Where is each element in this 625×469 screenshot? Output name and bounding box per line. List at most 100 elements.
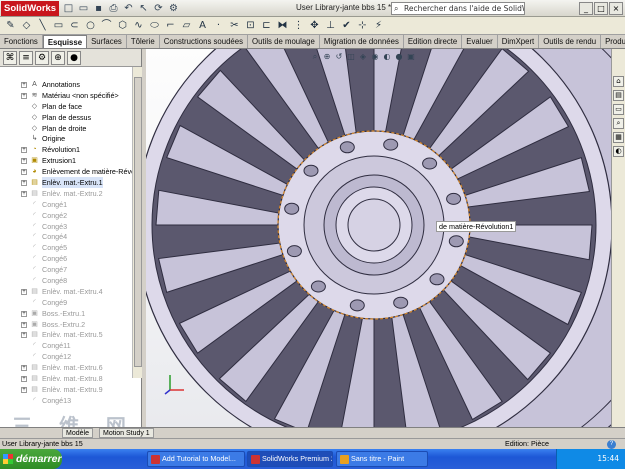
tab-command-6[interactable]: Migration de données (320, 35, 404, 48)
tree-item[interactable]: + ▣ Boss.-Extru.1 (0, 308, 132, 319)
design-library-icon[interactable]: ▤ (613, 90, 624, 101)
tree-item[interactable]: ↳ Origine (0, 133, 132, 144)
tab-command-8[interactable]: Evaluer (462, 35, 498, 48)
tree-item[interactable]: + ▤ Enlèv. mat.-Extru.2 (0, 188, 132, 199)
start-button[interactable]: démarrer (0, 449, 62, 469)
section-view-icon[interactable]: ◫ (346, 52, 356, 62)
property-manager-tab-icon[interactable]: ≡ (19, 51, 33, 65)
open-folder-icon[interactable]: ▭ (77, 2, 90, 15)
rectangle-icon[interactable]: ▭ (52, 19, 65, 32)
expand-toggle-icon[interactable]: + (21, 92, 27, 99)
mirror-entities-icon[interactable]: ⧓ (276, 19, 289, 32)
search-results-icon[interactable]: ⌕ (613, 118, 624, 129)
tree-item[interactable]: + ◕ Enlèvement de matière-Révolut (0, 166, 132, 177)
tree-item[interactable]: + ▤ Enlèv. mat.-Extru.5 (0, 329, 132, 340)
expand-toggle-icon[interactable]: + (21, 310, 27, 317)
tree-item[interactable]: ◇ Plan de face (0, 101, 132, 112)
tab-command-3[interactable]: Tôlerie (127, 35, 160, 48)
clock[interactable]: 15:44 (597, 454, 619, 463)
tree-item[interactable]: ◜ Congé2 (0, 210, 132, 221)
trim-icon[interactable]: ✂ (228, 19, 241, 32)
solidworks-logo[interactable]: SolidWorks (1, 1, 59, 16)
expand-toggle-icon[interactable]: + (21, 180, 27, 187)
tab-command-1[interactable]: Esquisse (42, 35, 88, 48)
slot-icon[interactable]: ⊂ (68, 19, 81, 32)
expand-toggle-icon[interactable]: + (21, 158, 27, 165)
save-icon[interactable]: ▪ (92, 2, 105, 15)
feature-manager-tab-icon[interactable]: ⌘ (3, 51, 17, 65)
tree-item[interactable]: + ▤ Enlèv. mat.-Extru.1 (0, 177, 132, 188)
taskbar-button-solidworks[interactable]: SolidWorks Premium 2... (247, 451, 333, 467)
repair-sketch-icon[interactable]: ✔ (340, 19, 353, 32)
tab-command-7[interactable]: Edition directe (404, 35, 463, 48)
tree-item[interactable]: ◜ Congé12 (0, 351, 132, 362)
convert-entities-icon[interactable]: ⊡ (244, 19, 257, 32)
hide-show-icon[interactable]: ◐ (382, 52, 392, 62)
tree-item[interactable]: ◜ Congé3 (0, 221, 132, 232)
tree-item[interactable]: ◜ Congé9 (0, 297, 132, 308)
help-icon[interactable]: ? (607, 440, 616, 449)
tree-item[interactable]: + A Annotations (0, 79, 132, 90)
ellipse-icon[interactable]: ⬭ (148, 19, 161, 32)
rapid-sketch-icon[interactable]: ⚡ (372, 19, 385, 32)
tree-item[interactable]: ◜ Congé8 (0, 275, 132, 286)
expand-toggle-icon[interactable]: + (21, 386, 27, 393)
tree-item[interactable]: ◇ Plan de dessus (0, 112, 132, 123)
tab-command-5[interactable]: Outils de moulage (248, 35, 320, 48)
expand-toggle-icon[interactable]: + (21, 82, 27, 88)
appearances-icon[interactable]: ◐ (613, 146, 624, 157)
plane-sketch-icon[interactable]: ▱ (180, 19, 193, 32)
spline-icon[interactable]: ∿ (132, 19, 145, 32)
tab-command-9[interactable]: DimXpert (498, 35, 540, 48)
expand-toggle-icon[interactable]: + (21, 376, 27, 383)
tab-command-10[interactable]: Outils de rendu (539, 35, 602, 48)
expand-toggle-icon[interactable]: + (21, 321, 27, 328)
tab-command-4[interactable]: Constructions soudées (160, 35, 249, 48)
taskbar-button-tutorial[interactable]: Add Tutorial to Model... (147, 451, 245, 467)
linear-pattern-icon[interactable]: ⋮ (292, 19, 305, 32)
new-document-icon[interactable]: □ (62, 2, 75, 15)
quick-snaps-icon[interactable]: ⊹ (356, 19, 369, 32)
expand-toggle-icon[interactable]: + (21, 169, 27, 176)
expand-toggle-icon[interactable]: + (21, 288, 27, 295)
tab-model[interactable]: Modèle (62, 428, 93, 438)
tab-command-11[interactable]: Produt (601, 35, 625, 48)
select-arrow-icon[interactable]: ↖ (137, 2, 150, 15)
tree-item[interactable]: + ▣ Boss.-Extru.2 (0, 319, 132, 330)
expand-toggle-icon[interactable]: + (21, 190, 27, 197)
view-palette-icon[interactable]: ▦ (613, 132, 624, 143)
previous-view-icon[interactable]: ↺ (334, 52, 344, 62)
circle-icon[interactable]: ○ (84, 19, 97, 32)
dimxpert-manager-tab-icon[interactable]: ⊕ (51, 51, 65, 65)
zoom-to-fit-icon[interactable]: ⌕ (310, 52, 320, 62)
tree-item[interactable]: ◜ Congé7 (0, 264, 132, 275)
tab-command-2[interactable]: Surfaces (87, 35, 127, 48)
help-search-input[interactable]: ⌕ Rechercher dans l'aide de SolidWorks (391, 2, 525, 15)
display-manager-tab-icon[interactable]: ● (67, 51, 81, 65)
display-style-icon[interactable]: ◉ (370, 52, 380, 62)
text-sketch-icon[interactable]: A (196, 19, 209, 32)
tab-motion-study[interactable]: Motion Study 1 (99, 428, 154, 438)
smart-dimension-icon[interactable]: ◇ (20, 19, 33, 32)
tree-item[interactable]: ◜ Congé11 (0, 340, 132, 351)
scene-icon[interactable]: ▣ (406, 52, 416, 62)
feature-tree-scrollbar[interactable] (132, 67, 142, 378)
tree-item[interactable]: + ▤ Enlèv. mat.-Extru.4 (0, 286, 132, 297)
point-icon[interactable]: · (212, 19, 225, 32)
offset-entities-icon[interactable]: ⊏ (260, 19, 273, 32)
expand-toggle-icon[interactable]: + (21, 332, 27, 339)
configuration-manager-tab-icon[interactable]: ⚙ (35, 51, 49, 65)
tree-item[interactable]: ◜ Congé6 (0, 253, 132, 264)
rebuild-icon[interactable]: ⟳ (152, 2, 165, 15)
graphics-area[interactable] (146, 49, 611, 427)
print-icon[interactable]: ⎙ (107, 2, 120, 15)
maximize-button[interactable]: □ (594, 2, 608, 15)
tree-item[interactable]: ◜ Congé5 (0, 242, 132, 253)
expand-toggle-icon[interactable]: + (21, 147, 27, 154)
tree-item[interactable]: + ▣ Extrusion1 (0, 155, 132, 166)
minimize-button[interactable]: _ (579, 2, 593, 15)
options-icon[interactable]: ⚙ (167, 2, 180, 15)
tab-command-0[interactable]: Fonctions (0, 35, 43, 48)
sketch-icon[interactable]: ✎ (4, 19, 17, 32)
zoom-area-icon[interactable]: ⊕ (322, 52, 332, 62)
